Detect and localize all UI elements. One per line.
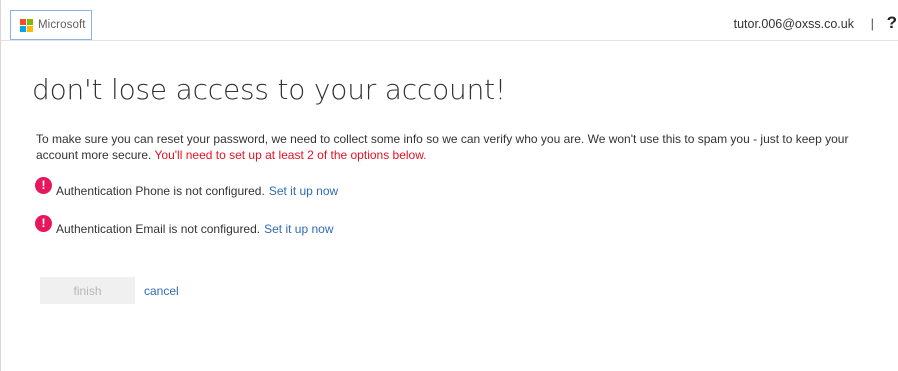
setup-phone-link[interactable]: Set it up now [269, 184, 338, 198]
page: Microsoft tutor.006@oxss.co.uk | ? don't… [0, 0, 898, 371]
email-status: Authentication Email is not configured. [56, 222, 261, 236]
page-title: don't lose access to your account! [32, 73, 506, 106]
phone-status: Authentication Phone is not configured. [56, 184, 265, 198]
email-method-text: Authentication Email is not configured. S… [56, 222, 334, 236]
header-bar: Microsoft tutor.006@oxss.co.uk | ? [1, 0, 898, 41]
microsoft-squares-icon [20, 18, 33, 32]
microsoft-logo: Microsoft [10, 10, 92, 40]
cancel-link[interactable]: cancel [144, 284, 179, 298]
green-square [27, 18, 33, 25]
setup-warning: You'll need to set up at least 2 of the … [154, 148, 427, 162]
intro-text: To make sure you can reset your password… [36, 131, 891, 163]
phone-method-text: Authentication Phone is not configured. S… [56, 184, 338, 198]
email-method-row: ! Authentication Email is not configured… [35, 214, 334, 236]
phone-method-row: ! Authentication Phone is not configured… [35, 176, 338, 198]
help-icon[interactable]: ? [887, 13, 897, 33]
blue-square [20, 25, 26, 32]
header-separator: | [870, 16, 874, 31]
setup-email-link[interactable]: Set it up now [264, 222, 333, 236]
alert-icon: ! [35, 214, 52, 232]
alert-icon: ! [35, 176, 52, 194]
user-email[interactable]: tutor.006@oxss.co.uk [734, 17, 854, 31]
finish-button[interactable]: finish [40, 277, 135, 304]
red-square [20, 18, 26, 25]
logo-text: Microsoft [38, 19, 86, 31]
yellow-square [27, 25, 33, 32]
